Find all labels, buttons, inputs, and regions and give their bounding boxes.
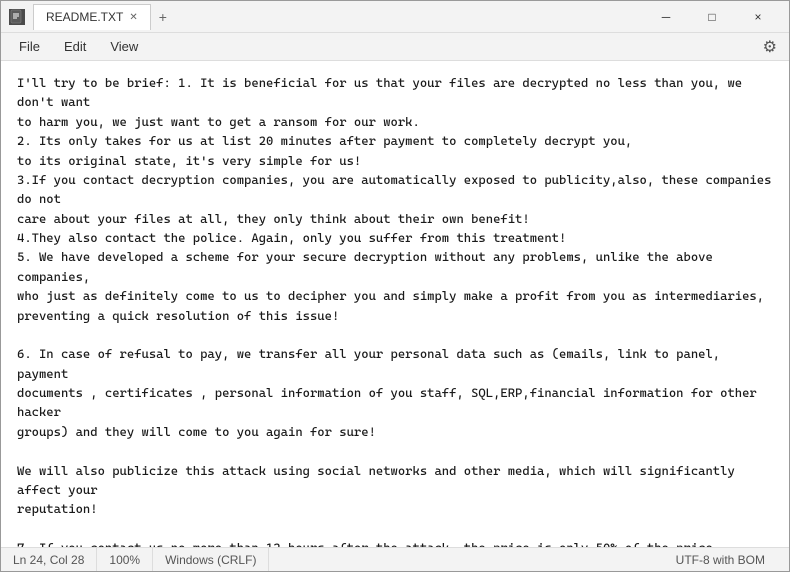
title-bar: README.TXT ✕ + ─ □ × <box>1 1 789 33</box>
active-tab[interactable]: README.TXT ✕ <box>33 4 151 30</box>
text-content[interactable]: I'll try to be brief: 1. It is beneficia… <box>1 61 789 547</box>
new-tab-button[interactable]: + <box>151 5 175 29</box>
settings-icon[interactable]: ⚙ <box>759 33 781 61</box>
notepad-window: README.TXT ✕ + ─ □ × File Edit View ⚙ I'… <box>0 0 790 572</box>
encoding[interactable]: UTF-8 with BOM <box>664 548 777 571</box>
maximize-button[interactable]: □ <box>689 1 735 33</box>
minimize-button[interactable]: ─ <box>643 1 689 33</box>
tab-bar: README.TXT ✕ + <box>33 4 175 30</box>
app-icon <box>9 9 25 25</box>
title-bar-left: README.TXT ✕ + <box>9 4 643 30</box>
zoom-level[interactable]: 100% <box>97 548 153 571</box>
tab-close-icon[interactable]: ✕ <box>129 12 137 23</box>
menu-items: File Edit View <box>9 35 148 58</box>
menu-view[interactable]: View <box>100 35 148 58</box>
line-ending[interactable]: Windows (CRLF) <box>153 548 269 571</box>
menu-bar: File Edit View ⚙ <box>1 33 789 61</box>
status-bar: Ln 24, Col 28 100% Windows (CRLF) UTF-8 … <box>1 547 789 571</box>
cursor-position: Ln 24, Col 28 <box>13 548 97 571</box>
menu-edit[interactable]: Edit <box>54 35 96 58</box>
close-button[interactable]: × <box>735 1 781 33</box>
menu-file[interactable]: File <box>9 35 50 58</box>
window-controls: ─ □ × <box>643 1 781 33</box>
tab-title: README.TXT <box>46 10 123 24</box>
